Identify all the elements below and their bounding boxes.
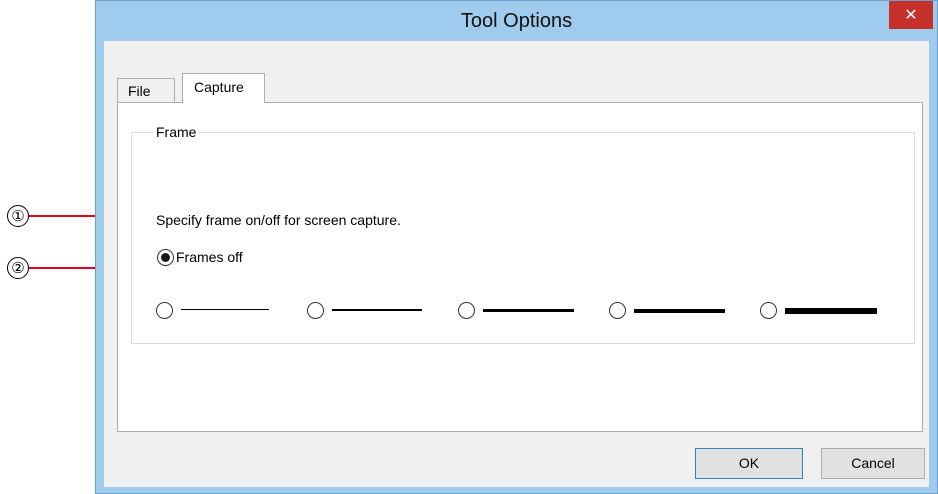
frame-description: Specify frame on/off for screen capture. <box>156 212 401 228</box>
callout-number: ② <box>7 257 29 279</box>
dialog-client-area: File Capture Frame Specify frame on/off … <box>104 41 929 487</box>
tab-capture[interactable]: Capture <box>182 73 265 103</box>
frame-thickness-2-radio[interactable] <box>307 302 324 319</box>
window-title: Tool Options <box>460 10 573 32</box>
frame-line-5 <box>785 308 877 314</box>
tool-options-dialog: Tool Options ✕ File Capture Frame Specif… <box>95 0 938 494</box>
frame-line-3 <box>483 309 574 312</box>
tab-file[interactable]: File <box>117 78 175 102</box>
close-icon: ✕ <box>904 5 918 24</box>
frame-line-4 <box>634 309 725 313</box>
screenshot-root: ① ② Tool Options ✕ File Capture Frame Sp… <box>0 0 938 494</box>
frame-thickness-4-radio[interactable] <box>609 302 626 319</box>
frames-off-label[interactable]: Frames off <box>176 249 243 265</box>
frame-group-legend: Frame <box>153 124 200 140</box>
frames-off-radio[interactable] <box>157 249 174 266</box>
callout-number: ① <box>7 205 29 227</box>
frame-thickness-5-radio[interactable] <box>760 302 777 319</box>
frame-thickness-3-radio[interactable] <box>458 302 475 319</box>
frame-thickness-1-radio[interactable] <box>156 302 173 319</box>
close-button[interactable]: ✕ <box>889 1 933 29</box>
frame-line-1 <box>181 309 269 310</box>
frame-line-2 <box>332 309 422 311</box>
cancel-button[interactable]: Cancel <box>821 448 925 479</box>
ok-button[interactable]: OK <box>695 448 803 479</box>
title-bar[interactable]: Tool Options ✕ <box>96 1 937 41</box>
